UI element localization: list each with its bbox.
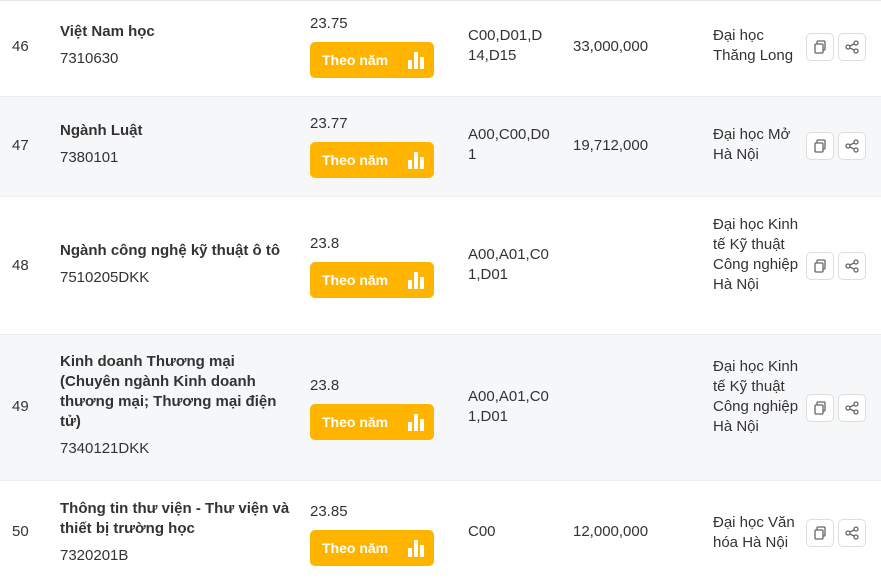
copy-button[interactable] — [806, 33, 834, 61]
cutoff-score: 23.75 — [310, 15, 348, 32]
cutoff-score: 23.77 — [310, 115, 348, 132]
by-year-label: Theo năm — [322, 152, 389, 168]
major-name: Thông tin thư viện - Thư viện và thiết b… — [60, 500, 290, 537]
row-actions — [806, 519, 866, 547]
share-button[interactable] — [838, 519, 866, 547]
bar-chart-icon — [408, 539, 424, 557]
share-icon — [845, 259, 859, 273]
bar-chart-icon — [408, 413, 424, 431]
table-row: 49 Kinh doanh Thương mại (Chuyên ngành K… — [0, 335, 881, 481]
copy-icon — [814, 139, 826, 153]
major-code: 7320201B — [60, 547, 129, 564]
by-year-button[interactable]: Theo năm — [310, 142, 434, 178]
share-icon — [845, 139, 859, 153]
row-index: 47 — [12, 137, 29, 154]
share-icon — [845, 526, 859, 540]
bar-chart-icon — [408, 51, 424, 69]
by-year-label: Theo năm — [322, 272, 389, 288]
copy-button[interactable] — [806, 394, 834, 422]
major-cell: Thông tin thư viện - Thư viện và thiết b… — [60, 499, 295, 566]
copy-button[interactable] — [806, 519, 834, 547]
major-name: Ngành công nghệ kỹ thuật ô tô — [60, 242, 280, 259]
subject-combination: C00,D01,D14,D15 — [468, 27, 543, 64]
school-name[interactable]: Đại học Mở Hà Nội — [713, 125, 801, 165]
major-name: Ngành Luật — [60, 122, 143, 139]
share-button[interactable] — [838, 33, 866, 61]
score-cell: 23.85 Theo năm — [310, 502, 440, 566]
school-name[interactable]: Đại học Kinh tế Kỹ thuật Công nghiệp Hà … — [713, 215, 801, 295]
score-cell: 23.77 Theo năm — [310, 114, 440, 178]
row-actions — [806, 394, 866, 422]
copy-button[interactable] — [806, 252, 834, 280]
share-button[interactable] — [838, 394, 866, 422]
by-year-label: Theo năm — [322, 52, 389, 68]
subject-combination: A00,A01,C01,D01 — [468, 388, 549, 425]
subject-combination: A00,A01,C01,D01 — [468, 246, 549, 283]
copy-icon — [814, 401, 826, 415]
cutoff-score: 23.8 — [310, 235, 340, 252]
table-row: 48 Ngành công nghệ kỹ thuật ô tô 7510205… — [0, 197, 881, 335]
copy-icon — [814, 259, 826, 273]
row-actions — [806, 252, 866, 280]
share-button[interactable] — [838, 252, 866, 280]
table-row: 46 Việt Nam học 7310630 23.75 Theo năm C… — [0, 1, 881, 97]
copy-icon — [814, 526, 826, 540]
share-icon — [845, 40, 859, 54]
row-index: 50 — [12, 523, 29, 540]
table-row: 47 Ngành Luật 7380101 23.77 Theo năm A00… — [0, 97, 881, 197]
row-index: 49 — [12, 398, 29, 415]
major-code: 7380101 — [60, 149, 119, 166]
score-cell: 23.8 Theo năm — [310, 376, 440, 440]
row-index: 46 — [12, 38, 29, 55]
share-button[interactable] — [838, 132, 866, 160]
bar-chart-icon — [408, 271, 424, 289]
major-name: Việt Nam học — [60, 23, 155, 40]
school-name[interactable]: Đại học Văn hóa Hà Nội — [713, 513, 801, 553]
table-row: 50 Thông tin thư viện - Thư viện và thiế… — [0, 481, 881, 581]
cutoff-score: 23.8 — [310, 377, 340, 394]
major-cell: Việt Nam học 7310630 — [60, 22, 295, 69]
tuition-fee: 12,000,000 — [573, 523, 649, 540]
major-name: Kinh doanh Thương mại (Chuyên ngành Kinh… — [60, 353, 277, 430]
major-cell: Kinh doanh Thương mại (Chuyên ngành Kinh… — [60, 352, 295, 459]
major-code: 7310630 — [60, 50, 119, 67]
row-index: 48 — [12, 257, 29, 274]
row-actions — [806, 132, 866, 160]
by-year-button[interactable]: Theo năm — [310, 42, 434, 78]
tuition-fee: 33,000,000 — [573, 38, 649, 55]
share-icon — [845, 401, 859, 415]
subject-combination: A00,C00,D01 — [468, 126, 550, 163]
cutoff-score: 23.85 — [310, 503, 348, 520]
major-cell: Ngành công nghệ kỹ thuật ô tô 7510205DKK — [60, 241, 295, 288]
subject-combination: C00 — [468, 523, 496, 540]
admission-table: 46 Việt Nam học 7310630 23.75 Theo năm C… — [0, 0, 881, 580]
by-year-button[interactable]: Theo năm — [310, 404, 434, 440]
tuition-fee: 19,712,000 — [573, 137, 649, 154]
by-year-button[interactable]: Theo năm — [310, 530, 434, 566]
bar-chart-icon — [408, 151, 424, 169]
major-cell: Ngành Luật 7380101 — [60, 121, 295, 168]
by-year-label: Theo năm — [322, 540, 389, 556]
major-code: 7340121DKK — [60, 440, 150, 457]
by-year-label: Theo năm — [322, 414, 389, 430]
copy-icon — [814, 40, 826, 54]
by-year-button[interactable]: Theo năm — [310, 262, 434, 298]
school-name[interactable]: Đại học Kinh tế Kỹ thuật Công nghiệp Hà … — [713, 357, 801, 437]
major-code: 7510205DKK — [60, 269, 150, 286]
score-cell: 23.8 Theo năm — [310, 234, 440, 298]
row-actions — [806, 33, 866, 61]
school-name[interactable]: Đại học Thăng Long — [713, 26, 801, 66]
score-cell: 23.75 Theo năm — [310, 14, 440, 78]
copy-button[interactable] — [806, 132, 834, 160]
